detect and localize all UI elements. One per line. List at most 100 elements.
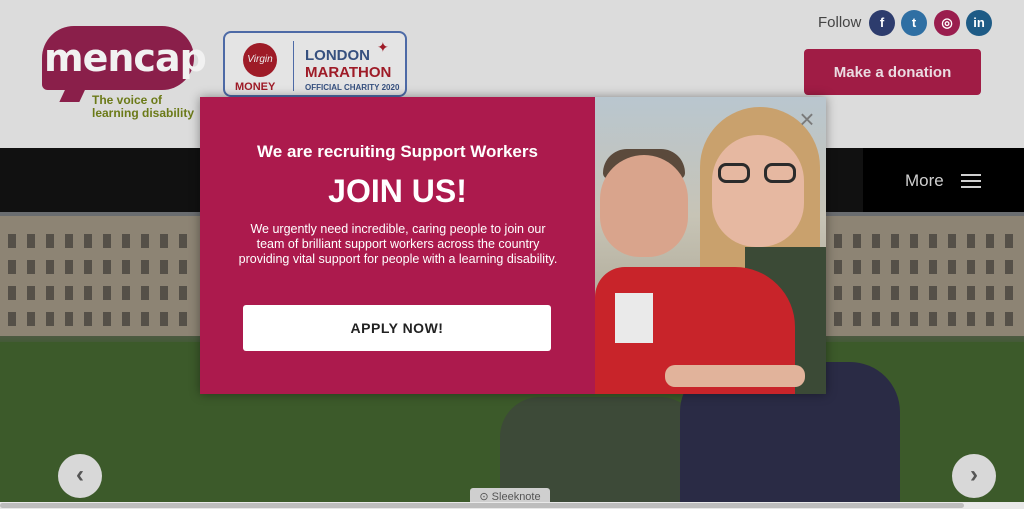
building-window	[27, 286, 35, 300]
building-window	[103, 286, 111, 300]
scrollbar-thumb[interactable]	[0, 503, 964, 508]
twitter-icon[interactable]: t	[901, 10, 927, 36]
badge-official-charity: OFFICIAL CHARITY 2020	[305, 83, 400, 92]
photo-hands	[665, 365, 805, 387]
popup-content: We are recruiting Support Workers JOIN U…	[200, 97, 595, 394]
building-window	[891, 234, 899, 248]
photo-man-face	[600, 155, 688, 257]
building-window	[910, 286, 918, 300]
building-window	[65, 234, 73, 248]
recruitment-popup: We are recruiting Support Workers JOIN U…	[200, 97, 826, 394]
building-window	[986, 286, 994, 300]
building-window	[891, 260, 899, 274]
more-menu-button[interactable]: More	[863, 148, 1024, 212]
building-window	[929, 312, 937, 326]
building-window	[84, 286, 92, 300]
badge-divider	[293, 41, 294, 91]
building-window	[872, 234, 880, 248]
popup-title: JOIN US!	[328, 173, 467, 209]
building-window	[65, 312, 73, 326]
building-left	[0, 216, 200, 336]
virgin-logo: Virgin	[243, 43, 277, 77]
runner-icon: ✦	[377, 39, 389, 55]
building-window	[122, 312, 130, 326]
building-window	[46, 260, 54, 274]
popup-photo: ×	[595, 97, 826, 394]
building-window	[929, 286, 937, 300]
facebook-icon[interactable]: f	[869, 10, 895, 36]
horizontal-scrollbar[interactable]	[0, 502, 1024, 509]
building-window	[1005, 234, 1013, 248]
logo-wordmark: mencap	[44, 36, 207, 80]
photo-glasses	[714, 163, 802, 183]
building-window	[122, 260, 130, 274]
building-window	[948, 312, 956, 326]
building-window	[8, 286, 16, 300]
building-window	[8, 312, 16, 326]
building-window	[103, 312, 111, 326]
badge-london: LONDON	[305, 47, 370, 64]
building-window	[160, 234, 168, 248]
building-window	[1005, 312, 1013, 326]
carousel-prev-button[interactable]: ‹	[58, 454, 102, 498]
donate-button[interactable]: Make a donation	[804, 49, 981, 95]
building-window	[46, 312, 54, 326]
building-window	[853, 260, 861, 274]
building-window	[910, 234, 918, 248]
linkedin-icon[interactable]: in	[966, 10, 992, 36]
building-window	[103, 234, 111, 248]
apply-now-button[interactable]: APPLY NOW!	[243, 305, 551, 351]
building-window	[160, 286, 168, 300]
building-window	[1005, 286, 1013, 300]
carousel-next-button[interactable]: ›	[952, 454, 996, 498]
building-window	[160, 312, 168, 326]
building-window	[122, 234, 130, 248]
building-window	[929, 234, 937, 248]
building-window	[853, 286, 861, 300]
popup-kicker: We are recruiting Support Workers	[257, 142, 538, 161]
building-window	[179, 286, 187, 300]
building-window	[891, 312, 899, 326]
building-window	[65, 260, 73, 274]
building-window	[141, 260, 149, 274]
building-window	[910, 260, 918, 274]
building-window	[141, 286, 149, 300]
building-window	[967, 234, 975, 248]
london-marathon-badge[interactable]: Virgin MONEY LONDON MARATHON OFFICIAL CH…	[223, 31, 407, 97]
building-right	[826, 216, 1024, 336]
building-window	[179, 234, 187, 248]
building-window	[910, 312, 918, 326]
building-window	[65, 286, 73, 300]
mencap-logo[interactable]: mencap The voice of learning disability	[42, 26, 207, 122]
building-window	[948, 260, 956, 274]
building-window	[967, 260, 975, 274]
building-window	[46, 234, 54, 248]
building-window	[834, 260, 842, 274]
building-window	[891, 286, 899, 300]
building-window	[179, 260, 187, 274]
building-window	[834, 286, 842, 300]
tagline-line-2: learning disability	[92, 106, 195, 120]
photo-woman-face	[712, 135, 804, 247]
building-window	[986, 312, 994, 326]
building-window	[179, 312, 187, 326]
instagram-icon[interactable]: ◎	[934, 10, 960, 36]
badge-marathon: MARATHON	[305, 64, 392, 81]
building-window	[872, 286, 880, 300]
building-window	[84, 234, 92, 248]
building-window	[986, 234, 994, 248]
building-window	[103, 260, 111, 274]
close-icon[interactable]: ×	[795, 106, 819, 132]
building-window	[967, 312, 975, 326]
building-window	[141, 234, 149, 248]
building-window	[84, 312, 92, 326]
logo-tagline: The voice of learning disability	[92, 94, 194, 120]
building-window	[986, 260, 994, 274]
building-window	[27, 312, 35, 326]
building-window	[967, 286, 975, 300]
building-window	[853, 234, 861, 248]
building-window	[929, 260, 937, 274]
building-window	[834, 312, 842, 326]
building-window	[84, 260, 92, 274]
hamburger-icon	[961, 174, 981, 188]
